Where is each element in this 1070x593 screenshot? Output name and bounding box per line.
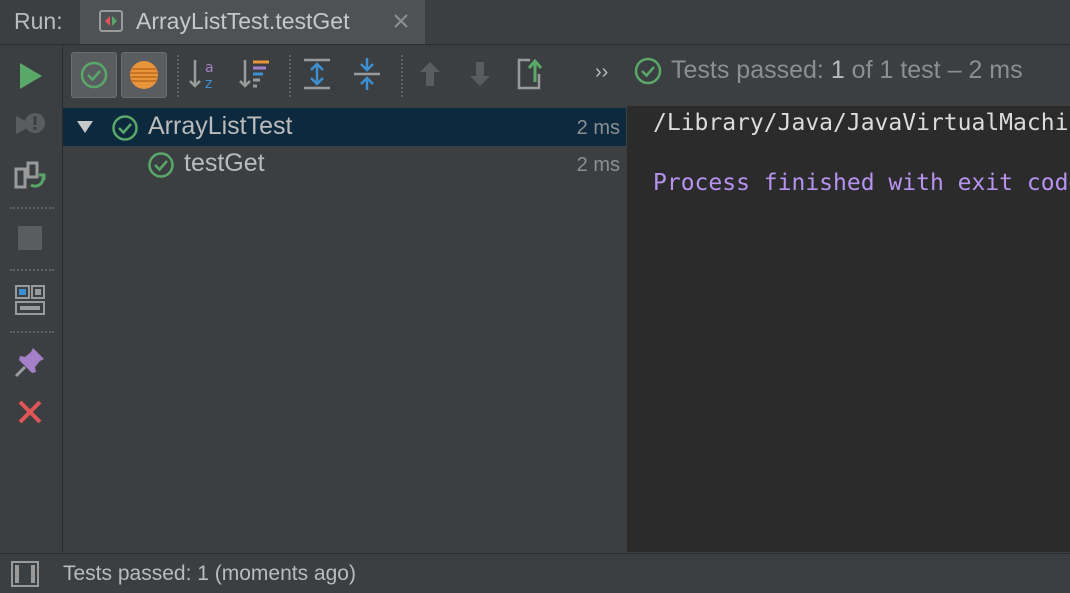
tool-window-toggle-icon[interactable] [10,560,40,593]
svg-text:a: a [205,60,214,76]
console-output[interactable]: /Library/Java/JavaVirtualMachines/jdk1.8… [627,106,1070,552]
passed-check-icon [111,114,139,147]
expand-all-icon[interactable] [295,52,341,98]
collapse-all-icon[interactable] [345,52,391,98]
toggle-auto-test-icon[interactable] [13,159,47,193]
show-ignored-icon[interactable] [121,52,167,98]
test-runner-toolbar: a z ›› Tests passed: 1 of 1 test – 2 ms [63,45,1070,105]
status-duration: 2 ms [968,56,1023,84]
test-duration: 2 ms [576,154,620,176]
status-bar: Tests passed: 1 (moments ago) [0,553,1070,593]
status-separator: – [940,56,969,84]
sort-alphabetically-icon[interactable]: a z [183,52,229,98]
expand-triangle-icon[interactable] [75,119,95,140]
toolbar-separator [10,207,54,209]
status-total: 1 test [879,56,941,84]
tree-row-arraylisttest[interactable]: ArrayListTest 2 ms [63,108,626,146]
test-duration: 2 ms [576,117,620,139]
test-tree: ArrayListTest 2 ms testGet 2 ms [63,106,626,552]
rerun-icon[interactable] [13,59,47,93]
previous-failed-icon[interactable] [408,52,454,98]
tree-row-testget[interactable]: testGet 2 ms [63,145,626,183]
sort-by-duration-icon[interactable] [233,52,279,98]
passed-check-icon [147,151,175,184]
toolbar-separator [10,269,54,271]
toolbar-separator [289,55,291,97]
toolbar-separator [177,55,179,97]
close-icon[interactable] [390,10,412,32]
status-prefix: Tests passed: [671,56,831,84]
next-failed-icon[interactable] [458,52,504,98]
tests-status-text: Tests passed: 1 of 1 test – 2 ms [671,56,1023,85]
more-actions-chevron[interactable]: ›› [595,61,608,84]
status-bar-message: Tests passed: 1 (moments ago) [63,562,356,585]
export-results-icon[interactable] [508,52,554,98]
close-red-icon[interactable] [13,395,47,429]
run-label: Run: [14,8,63,34]
rerun-failed-icon[interactable] [13,108,47,142]
tab-title: ArrayListTest.testGet [136,8,350,34]
console-process-finished: Process finished with exit code 0 [653,170,1070,196]
tab-arraylisttest-testget[interactable]: ArrayListTest.testGet [80,0,425,44]
test-config-icon [99,10,123,32]
pin-icon[interactable] [13,345,47,379]
passed-check-icon [633,56,663,93]
run-tool-window-header: Run: ArrayListTest.testGet [0,0,1070,45]
left-toolbar [0,45,63,552]
console-command-line: /Library/Java/JavaVirtualMachines/jdk1.8… [653,110,1070,136]
svg-text:z: z [205,76,212,92]
toolbar-separator [401,55,403,97]
restore-layout-icon[interactable] [13,283,47,317]
show-passed-icon[interactable] [71,52,117,98]
toolbar-separator [10,331,54,333]
status-of: of [844,56,880,84]
status-passed-count: 1 [830,56,845,84]
test-class-name: ArrayListTest [148,112,293,140]
stop-icon[interactable] [13,221,47,255]
test-method-name: testGet [184,149,265,177]
